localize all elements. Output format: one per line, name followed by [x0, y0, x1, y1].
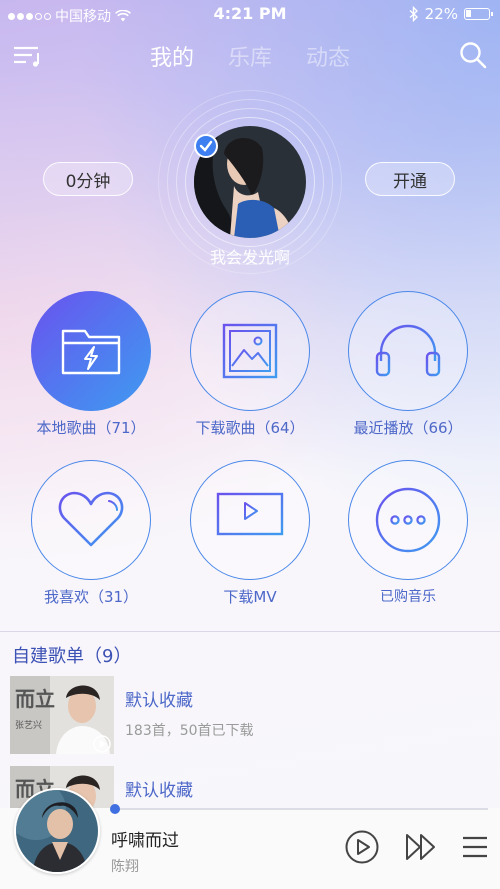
grid-label: 最近播放（66） — [353, 419, 463, 437]
verified-check-icon — [194, 134, 218, 158]
grid-item-recent-plays[interactable]: 最近播放（66） — [333, 291, 483, 438]
header: 我的 乐库 动态 — [0, 36, 500, 76]
top-tabs: 我的 乐库 动态 — [0, 40, 500, 72]
headphones-icon — [375, 324, 441, 377]
folder-icon — [61, 329, 121, 375]
image-icon — [222, 323, 278, 379]
grid-label: 下载MV — [223, 588, 277, 606]
grid-item-download-mv[interactable]: 下载MV — [175, 460, 325, 607]
tab-mine[interactable]: 我的 — [150, 40, 194, 72]
grid-label: 下载歌曲（64） — [195, 419, 305, 437]
status-right: 22% — [409, 5, 493, 23]
grid-item-purchased-music[interactable]: 已购音乐 — [333, 460, 483, 606]
playlist-item[interactable]: 而立 张艺兴 默认收藏 183首，50首已下载 — [0, 676, 500, 756]
heart-icon — [58, 491, 124, 547]
next-button[interactable] — [405, 832, 437, 866]
mini-player[interactable]: 呼啸而过 陈翔 — [0, 788, 500, 889]
divider — [0, 631, 500, 632]
cover-artist-text: 张艺兴 — [15, 720, 42, 731]
more-dots-icon — [375, 487, 441, 553]
tab-feed[interactable]: 动态 — [306, 40, 350, 72]
battery-icon — [464, 8, 493, 20]
progress-knob[interactable] — [110, 804, 120, 814]
progress-bar[interactable] — [110, 804, 488, 814]
status-bar: 中国移动 4:21 PM 22% — [0, 0, 500, 28]
grid-item-local-songs[interactable]: 本地歌曲（71） — [16, 291, 166, 438]
now-playing-title: 呼啸而过 — [111, 831, 179, 851]
tab-library[interactable]: 乐库 — [228, 40, 272, 72]
grid-label: 我喜欢（31） — [43, 588, 139, 606]
cover-title-text: 而立 — [15, 687, 55, 711]
bluetooth-icon — [409, 6, 418, 22]
menu-icon — [463, 836, 487, 858]
grid-item-downloaded-songs[interactable]: 下载歌曲（64） — [175, 291, 325, 438]
grid-item-favorites[interactable]: 我喜欢（31） — [16, 460, 166, 607]
battery-percent: 22% — [424, 5, 458, 23]
play-button[interactable] — [345, 830, 379, 868]
queue-button[interactable] — [462, 836, 488, 862]
monitor-play-icon — [216, 492, 284, 546]
search-icon — [460, 42, 487, 69]
fast-forward-icon — [406, 834, 435, 860]
open-vip-button[interactable]: 开通 — [365, 162, 455, 196]
grid-label: 本地歌曲（71） — [36, 419, 146, 437]
now-playing-artist: 陈翔 — [111, 859, 139, 875]
grid-label: 已购音乐 — [380, 589, 436, 605]
section-title-playlists[interactable]: 自建歌单（9） — [12, 642, 131, 668]
playlist-cover: 而立 张艺兴 — [10, 676, 114, 754]
playlist-name: 默认收藏 — [125, 781, 193, 801]
play-icon — [345, 830, 379, 864]
search-button[interactable] — [458, 40, 488, 70]
username: 我会发光啊 — [209, 248, 290, 267]
listen-time-button[interactable]: 0分钟 — [43, 162, 133, 196]
now-playing-cover[interactable] — [14, 788, 100, 874]
playlist-name: 默认收藏 — [125, 691, 193, 711]
playlist-subtitle: 183首，50首已下载 — [125, 723, 254, 739]
